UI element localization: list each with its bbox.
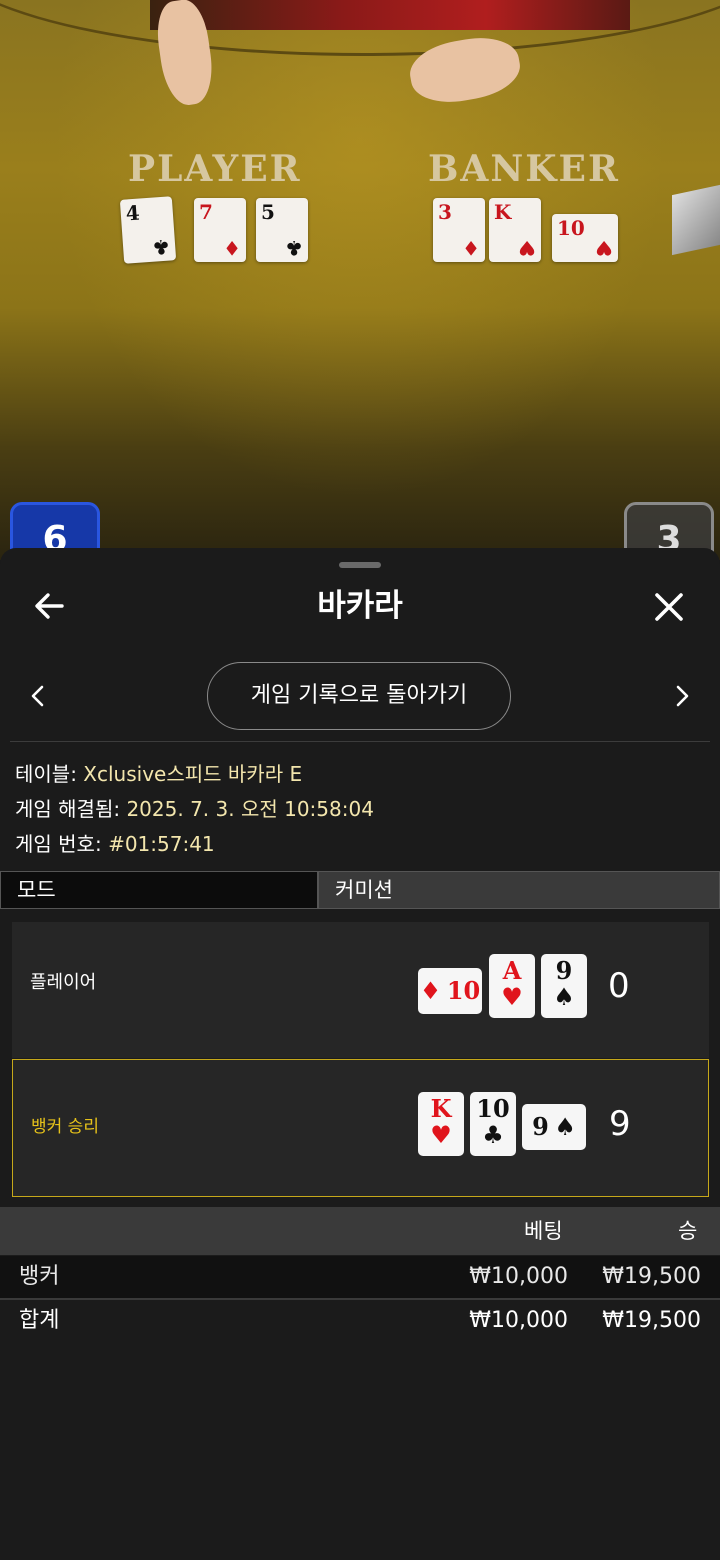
banker-card-2: 10 ♣: [470, 1092, 516, 1156]
banker-result-row: 뱅커 승리 K ♥ 10 ♣ 9 ♠ 9: [12, 1059, 709, 1197]
table-info-value: Xclusive스피드 바카라 E: [83, 762, 303, 786]
divider: [10, 741, 710, 742]
bet-name: 뱅커: [19, 1264, 60, 1289]
table-banker-card-2: K ♥: [489, 198, 541, 262]
player-result-row: 플레이어 ♦ 10 A ♥ 9 ♠ 0: [12, 922, 709, 1058]
sheet-drag-handle[interactable]: [339, 562, 381, 568]
bet-amount: ₩10,000: [469, 1264, 568, 1289]
mode-label: 모드: [0, 871, 318, 909]
banker-card-1: K ♥: [418, 1092, 464, 1156]
table-rim: [0, 0, 720, 56]
table-player-card-3: 5 ♣: [256, 198, 308, 262]
mode-row: 모드 커미션: [0, 871, 720, 911]
resolved-info-value: 2025. 7. 3. 오전 10:58:04: [126, 797, 374, 821]
resolved-info: 게임 해결됨: 2025. 7. 3. 오전 10:58:04: [15, 793, 374, 822]
table-player-card-1: 4 ♣: [119, 196, 177, 264]
next-game-button[interactable]: [670, 682, 694, 710]
table-row: 뱅커 ₩10,000 ₩19,500: [0, 1256, 720, 1300]
table-info: 테이블: Xclusive스피드 바카라 E: [15, 758, 302, 787]
total-win-amount: ₩19,500: [602, 1308, 701, 1333]
game-detail-sheet: 바카라 게임 기록으로 돌아가기 테이블: Xclusive스피드 바카라 E …: [0, 548, 720, 1560]
player-total: 0: [608, 966, 630, 1006]
sheet-title: 바카라: [317, 588, 403, 624]
back-to-history-button[interactable]: 게임 기록으로 돌아가기: [207, 662, 511, 730]
banker-result-label: 뱅커 승리: [31, 1117, 99, 1137]
game-number-label: 게임 번호:: [15, 832, 109, 856]
bet-table-header: 베팅 승: [0, 1207, 720, 1255]
table-info-label: 테이블:: [15, 762, 84, 786]
table-banker-card-1: 3 ♦: [433, 198, 485, 262]
felt-player-label: PLAYER: [128, 148, 302, 190]
prev-game-button[interactable]: [26, 682, 50, 710]
table-banker-card-3: 10 ♥: [552, 214, 618, 262]
banker-card-3: 9 ♠: [522, 1104, 586, 1150]
player-card-1: ♦ 10: [418, 968, 482, 1014]
card-shoe: [672, 184, 720, 256]
live-table-video: PLAYER BANKER 4 ♣ 7 ♦ 5 ♣ 3 ♦ K ♥ 10 ♥ 6…: [0, 0, 720, 560]
win-amount: ₩19,500: [602, 1264, 701, 1289]
chevron-right-icon: [676, 685, 689, 707]
banker-total: 9: [609, 1104, 631, 1144]
win-column-header: 승: [678, 1219, 698, 1243]
game-number-value: #01:57:41: [108, 832, 215, 856]
table-player-card-2: 7 ♦: [194, 198, 246, 262]
player-card-3: 9 ♠: [541, 954, 587, 1018]
total-label: 합계: [19, 1308, 60, 1333]
total-bet-amount: ₩10,000: [469, 1308, 568, 1333]
chevron-left-icon: [31, 685, 44, 707]
total-row: 합계 ₩10,000 ₩19,500: [0, 1300, 720, 1342]
player-result-label: 플레이어: [30, 972, 97, 993]
close-button[interactable]: [646, 584, 692, 630]
game-number-info: 게임 번호: #01:57:41: [15, 828, 215, 857]
resolved-info-label: 게임 해결됨:: [15, 797, 127, 821]
mode-value: 커미션: [318, 871, 720, 909]
bet-column-header: 베팅: [524, 1219, 563, 1243]
player-card-2: A ♥: [489, 954, 535, 1018]
close-icon: [655, 593, 683, 621]
felt-banker-label: BANKER: [428, 148, 620, 190]
